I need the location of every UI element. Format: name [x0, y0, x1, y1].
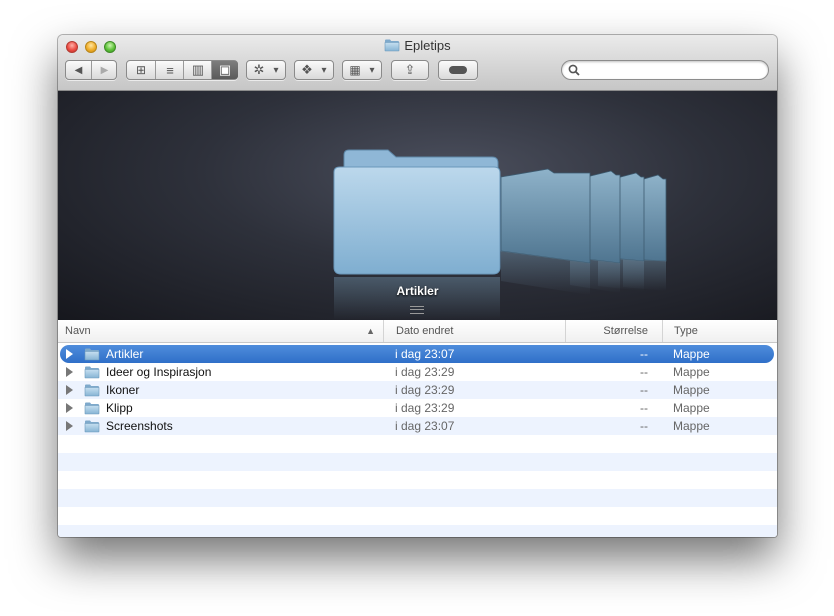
- column-view-button[interactable]: ▥: [183, 61, 212, 79]
- action-menu-button[interactable]: ✲ ▾: [246, 60, 286, 80]
- file-kind: Mappe: [673, 401, 710, 415]
- dropbox-menu-button[interactable]: ❖ ▾: [294, 60, 334, 80]
- file-date: i dag 23:07: [395, 347, 455, 361]
- sort-ascending-icon: ▲: [366, 326, 375, 336]
- column-header-date-label: Dato endret: [396, 325, 454, 337]
- search-field[interactable]: [561, 60, 769, 80]
- disclosure-triangle-icon[interactable]: [66, 403, 73, 413]
- file-kind: Mappe: [673, 419, 710, 433]
- file-size: --: [640, 401, 648, 415]
- gear-icon: ✲: [253, 62, 265, 77]
- column-header-name-label: Navn: [65, 325, 91, 337]
- search-input[interactable]: [582, 62, 766, 80]
- folder-icon: [384, 38, 400, 56]
- arrange-menu-button[interactable]: ▦ ▾: [342, 60, 382, 80]
- file-date: i dag 23:07: [395, 419, 455, 433]
- forward-button[interactable]: ▶: [91, 61, 117, 79]
- table-row[interactable]: Screenshots i dag 23:07 -- Mappe: [58, 417, 777, 435]
- empty-row: [58, 489, 777, 507]
- folder-icon: [84, 347, 100, 364]
- file-size: --: [640, 365, 648, 379]
- table-row[interactable]: Klipp i dag 23:29 -- Mappe: [58, 399, 777, 417]
- column-header-size-label: Størrelse: [603, 325, 648, 337]
- file-date: i dag 23:29: [395, 365, 455, 379]
- file-list: Artikler i dag 23:07 -- Mappe Ideer og I…: [58, 343, 777, 537]
- window-title: Epletips: [58, 38, 777, 56]
- empty-row: [58, 507, 777, 525]
- icon-view-button[interactable]: ⊞: [127, 61, 155, 79]
- share-button[interactable]: ⇪: [391, 60, 429, 80]
- file-kind: Mappe: [673, 365, 710, 379]
- magnifier-icon: [568, 64, 580, 76]
- file-kind: Mappe: [673, 383, 710, 397]
- file-size: --: [640, 347, 648, 361]
- file-kind: Mappe: [673, 347, 710, 361]
- share-icon: ⇪: [404, 62, 416, 77]
- disclosure-triangle-icon[interactable]: [66, 349, 73, 359]
- chevron-down-icon: ▾: [273, 64, 279, 76]
- column-header-date[interactable]: Dato endret: [383, 320, 565, 342]
- folder-icon: [84, 365, 100, 382]
- finder-window: Epletips ◀ ▶ ⊞ ≡ ▥ ▣ ✲ ▾ ❖ ▾ ▦ ▾ ⇪ Artik…: [58, 35, 777, 537]
- dropbox-icon: ❖: [301, 62, 313, 77]
- file-size: --: [640, 419, 648, 433]
- arrange-icon: ▦: [349, 63, 361, 77]
- back-forward-control: ◀ ▶: [65, 60, 117, 80]
- file-date: i dag 23:29: [395, 383, 455, 397]
- disclosure-triangle-icon[interactable]: [66, 367, 73, 377]
- folder-icon: [84, 419, 100, 436]
- forward-arrow-icon: ▶: [100, 64, 109, 76]
- chevron-down-icon: ▾: [369, 64, 375, 76]
- table-row[interactable]: Ideer og Inspirasjon i dag 23:29 -- Mapp…: [58, 363, 777, 381]
- coverflow-resize-handle[interactable]: [410, 306, 424, 314]
- file-name: Ideer og Inspirasjon: [106, 365, 212, 379]
- file-size: --: [640, 383, 648, 397]
- file-name: Klipp: [106, 401, 133, 415]
- file-date: i dag 23:29: [395, 401, 455, 415]
- window-title-text: Epletips: [404, 38, 451, 53]
- empty-row: [58, 525, 777, 537]
- title-bar: Epletips ◀ ▶ ⊞ ≡ ▥ ▣ ✲ ▾ ❖ ▾ ▦ ▾ ⇪: [58, 35, 777, 91]
- list-header: Navn ▲ Dato endret Størrelse Type: [58, 320, 777, 343]
- toggle-pill-icon: [449, 66, 467, 74]
- table-row[interactable]: Artikler i dag 23:07 -- Mappe: [60, 345, 774, 363]
- file-name: Screenshots: [106, 419, 173, 433]
- folder-icon: [84, 383, 100, 400]
- empty-row: [58, 453, 777, 471]
- column-header-kind-label: Type: [674, 325, 698, 337]
- label-button[interactable]: [438, 60, 478, 80]
- empty-row: [58, 435, 777, 453]
- column-view-icon: ▥: [191, 62, 205, 77]
- table-row[interactable]: Ikoner i dag 23:29 -- Mappe: [58, 381, 777, 399]
- list-view-icon: ≡: [166, 62, 174, 78]
- back-button[interactable]: ◀: [66, 61, 91, 79]
- coverflow-selected-label: Artikler: [396, 284, 439, 298]
- icon-view-icon: ⊞: [135, 63, 147, 77]
- disclosure-triangle-icon[interactable]: [66, 385, 73, 395]
- column-header-name[interactable]: Navn ▲: [65, 320, 383, 342]
- file-name: Ikoner: [106, 383, 140, 397]
- chevron-down-icon: ▾: [321, 64, 327, 76]
- coverflow-area[interactable]: Artikler: [58, 91, 777, 320]
- coverflow-view-icon: ▣: [218, 62, 232, 77]
- coverflow-view-button[interactable]: ▣: [211, 61, 238, 79]
- disclosure-triangle-icon[interactable]: [66, 421, 73, 431]
- list-view-button[interactable]: ≡: [155, 61, 184, 79]
- column-header-kind[interactable]: Type: [662, 320, 777, 342]
- file-name: Artikler: [106, 347, 144, 361]
- folder-icon: [84, 401, 100, 418]
- back-arrow-icon: ◀: [74, 64, 83, 76]
- coverflow-side-folder-1[interactable]: [500, 168, 591, 295]
- view-switcher: ⊞ ≡ ▥ ▣: [126, 60, 238, 80]
- empty-row: [58, 471, 777, 489]
- column-header-size[interactable]: Størrelse: [565, 320, 662, 342]
